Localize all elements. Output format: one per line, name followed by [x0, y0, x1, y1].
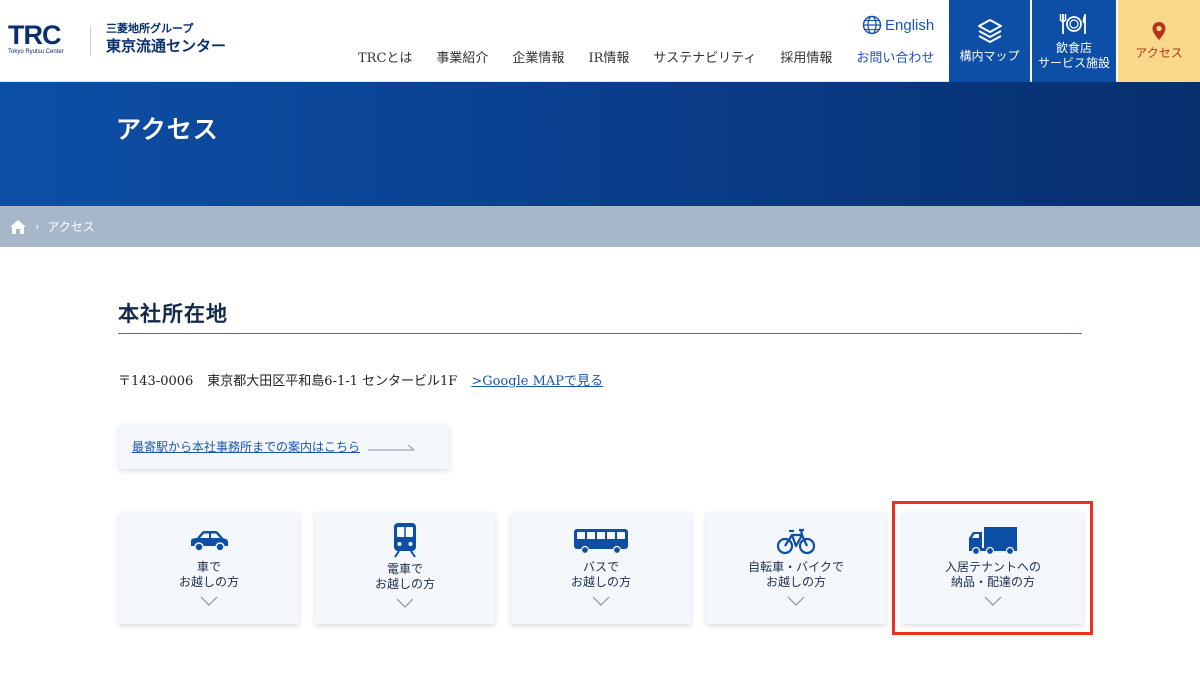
chevron-down-icon — [984, 596, 1002, 606]
breadcrumb: › アクセス — [0, 206, 1200, 247]
postal-code: 〒143-0006 — [118, 374, 194, 389]
card-bus[interactable]: バスで お越しの方 — [511, 512, 691, 624]
logo-mark: TRC — [8, 20, 62, 50]
nav-item-recruit[interactable]: 採用情報 — [768, 50, 844, 68]
breadcrumb-home[interactable] — [9, 219, 27, 235]
card-bicycle-label: 自転車・バイクで お越しの方 — [748, 560, 844, 589]
nav-item-business[interactable]: 事業紹介 — [424, 50, 500, 68]
address-line: 〒143-0006 東京都大田区平和島6-1-1 センタービル1F >Googl… — [118, 370, 603, 389]
section-title: 本社所在地 — [118, 301, 228, 326]
restaurant-services-label: 飲食店 サービス施設 — [1037, 40, 1110, 70]
address-text: 東京都大田区平和島6-1-1 センタービル1F — [207, 374, 458, 389]
brand-block[interactable]: 三菱地所グループ 東京流通センター — [106, 22, 226, 56]
card-train-label: 電車で お越しの方 — [374, 562, 435, 591]
dining-icon — [1059, 13, 1086, 34]
home-icon — [10, 219, 26, 234]
nav-item-ir[interactable]: IR情報 — [576, 50, 641, 68]
nav-item-company[interactable]: 企業情報 — [500, 50, 576, 68]
breadcrumb-separator-icon: › — [35, 220, 40, 233]
bicycle-icon — [776, 528, 816, 555]
access-button[interactable]: アクセス — [1118, 0, 1200, 82]
globe-icon — [862, 15, 882, 35]
site-header: TRC Tokyo Ryutsu Center 三菱地所グループ 東京流通センタ… — [0, 0, 1200, 82]
english-link[interactable]: English — [862, 15, 934, 35]
card-car-label: 車で お越しの方 — [178, 560, 239, 589]
arrow-right-icon — [368, 444, 415, 450]
google-map-link[interactable]: >Google MAPで見る — [471, 370, 603, 389]
campus-map-button[interactable]: 構内マップ — [949, 0, 1030, 82]
chevron-down-icon — [200, 596, 218, 606]
card-train[interactable]: 電車で お越しの方 — [315, 512, 495, 624]
station-guide-button[interactable]: 最寄駅から本社事務所までの案内はこちら — [119, 424, 449, 469]
nav-item-contact[interactable]: お問い合わせ — [844, 50, 946, 68]
logo-divider — [90, 26, 91, 56]
bus-icon — [574, 529, 628, 555]
nav-item-about[interactable]: TRCとは — [346, 50, 424, 68]
station-guide-label: 最寄駅から本社事務所までの案内はこちら — [132, 440, 361, 454]
chevron-down-icon — [787, 596, 805, 606]
global-nav: TRCとは 事業紹介 企業情報 IR情報 サステナビリティ 採用情報 お問い合わ… — [346, 50, 946, 68]
trc-logo[interactable]: TRC Tokyo Ryutsu Center — [8, 22, 78, 58]
logo-subtext: Tokyo Ryutsu Center — [8, 49, 64, 55]
page-title: アクセス — [116, 115, 219, 144]
car-icon — [191, 531, 228, 552]
campus-map-label: 構内マップ — [959, 49, 1020, 63]
map-pin-icon — [1152, 22, 1166, 40]
card-delivery-label: 入居テナントへの 納品・配達の方 — [944, 560, 1041, 589]
access-label: アクセス — [1135, 46, 1183, 60]
card-bus-label: バスで お越しの方 — [570, 560, 631, 589]
card-car[interactable]: 車で お越しの方 — [119, 512, 299, 624]
page-hero: アクセス — [0, 82, 1200, 206]
restaurant-services-button[interactable]: 飲食店 サービス施設 — [1032, 0, 1116, 82]
card-bicycle[interactable]: 自転車・バイクで お越しの方 — [706, 512, 886, 624]
layers-icon — [977, 19, 1002, 43]
card-delivery[interactable]: 入居テナントへの 納品・配達の方 — [903, 512, 1083, 624]
breadcrumb-current: アクセス — [47, 220, 95, 234]
section-divider — [118, 333, 1082, 334]
chevron-down-icon — [592, 596, 610, 606]
brand-group: 三菱地所グループ — [106, 22, 194, 35]
chevron-down-icon — [396, 598, 414, 608]
train-icon — [394, 523, 416, 558]
truck-icon — [969, 527, 1017, 556]
english-label: English — [885, 16, 935, 34]
nav-item-sustainability[interactable]: サステナビリティ — [641, 50, 768, 68]
brand-name: 東京流通センター — [106, 37, 227, 55]
